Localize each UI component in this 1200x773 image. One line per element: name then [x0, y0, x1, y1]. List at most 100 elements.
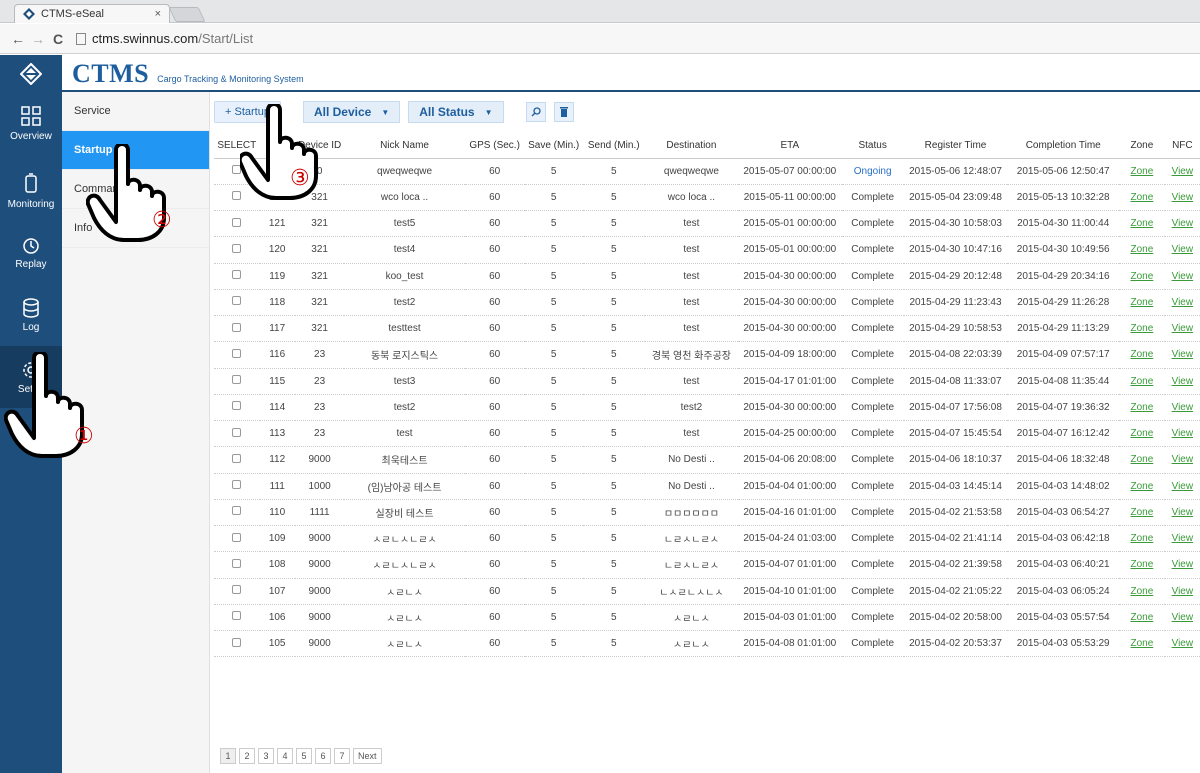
- nfc-link[interactable]: View: [1172, 533, 1194, 544]
- row-checkbox[interactable]: [232, 191, 242, 201]
- table-row[interactable]: 118 321 test2 60 5 5 test 2015-04-30 00:00:00 Co…: [214, 289, 1200, 317]
- table-row[interactable]: 112 9000 최욱테스트 60 5 5 No Desti .. 2015-04-06 20…: [214, 446, 1200, 474]
- row-checkbox[interactable]: [232, 375, 242, 385]
- zone-link[interactable]: Zone: [1131, 349, 1154, 360]
- table-row[interactable]: 106 9000 ㅅㄹㄴㅅ 60 5 5 ㅅㄹㄴㅅ 2015-04-03 01:01:00 Co…: [214, 604, 1200, 632]
- delete-button[interactable]: [553, 102, 574, 122]
- nfc-link[interactable]: View: [1172, 638, 1194, 649]
- column-header[interactable]: Device ID: [294, 134, 345, 159]
- column-header[interactable]: GPS (Sec.): [464, 134, 525, 159]
- page-button[interactable]: 5: [296, 748, 312, 764]
- row-checkbox[interactable]: [232, 165, 242, 175]
- search-button[interactable]: [525, 102, 546, 122]
- table-row[interactable]: 114 23 test2 60 5 5 test2 2015-04-30 00:00:00 Co…: [214, 394, 1200, 422]
- zone-link[interactable]: Zone: [1131, 586, 1154, 597]
- table-row[interactable]: 122 321 wco loca .. 60 5 5 wco loca .. 2015-05-…: [214, 184, 1200, 212]
- table-row[interactable]: 120 321 test4 60 5 5 test 2015-05-01 00:00:00 Co…: [214, 236, 1200, 264]
- back-arrow-icon[interactable]: ←: [8, 31, 28, 47]
- subnav-item-info[interactable]: Info: [62, 209, 209, 248]
- zone-link[interactable]: Zone: [1131, 402, 1154, 413]
- zone-link[interactable]: Zone: [1131, 533, 1154, 544]
- zone-link[interactable]: Zone: [1131, 638, 1154, 649]
- page-button[interactable]: 2: [239, 748, 255, 764]
- column-header[interactable]: Zone: [1119, 134, 1165, 159]
- column-header[interactable]: Register Time: [903, 134, 1008, 159]
- zone-link[interactable]: Zone: [1131, 376, 1154, 387]
- table-row[interactable]: 121 321 test5 60 5 5 test 2015-05-01 00:00:00 Co…: [214, 210, 1200, 238]
- nfc-link[interactable]: View: [1172, 376, 1194, 387]
- app-logo[interactable]: [0, 55, 62, 92]
- nfc-link[interactable]: View: [1172, 481, 1194, 492]
- zone-link[interactable]: Zone: [1131, 612, 1154, 623]
- sidebar-item-monitoring[interactable]: Monitoring: [0, 160, 62, 222]
- row-checkbox[interactable]: [232, 611, 242, 621]
- table-row[interactable]: 107 9000 ㅅㄹㄴㅅ 60 5 5 ㄴㅅㄹㄴㅅㄴㅅ 2015-04-10 01:01:0…: [214, 578, 1200, 605]
- column-header[interactable]: NFC: [1164, 134, 1200, 159]
- status-filter-select[interactable]: All Status ▼: [408, 101, 504, 123]
- row-checkbox[interactable]: [232, 532, 242, 542]
- zone-link[interactable]: Zone: [1131, 559, 1154, 570]
- table-row[interactable]: 113 23 test 60 5 5 test 2015-04-25 00:00:00 Comp…: [214, 420, 1200, 448]
- nfc-link[interactable]: View: [1172, 349, 1194, 360]
- column-header[interactable]: ETA: [738, 134, 842, 159]
- table-row[interactable]: 119 321 koo_test 60 5 5 test 2015-04-30 00:00:0…: [214, 263, 1200, 290]
- row-checkbox[interactable]: [232, 453, 242, 463]
- row-checkbox[interactable]: [232, 558, 242, 568]
- sidebar-item-setup[interactable]: Setup: [0, 346, 62, 408]
- reload-icon[interactable]: C: [48, 31, 68, 47]
- row-checkbox[interactable]: [232, 243, 242, 253]
- nfc-link[interactable]: View: [1172, 297, 1194, 308]
- row-checkbox[interactable]: [232, 506, 242, 516]
- page-button[interactable]: 7: [334, 748, 350, 764]
- table-row[interactable]: 110 1111 실장비 테스트 60 5 5 ㅁㅁㅁㅁㅁㅁ 2015-04-16 01:01…: [214, 499, 1200, 527]
- row-checkbox[interactable]: [232, 637, 242, 647]
- page-button[interactable]: 3: [258, 748, 274, 764]
- page-button[interactable]: 1: [220, 748, 236, 764]
- table-row[interactable]: 117 321 testtest 60 5 5 test 2015-04-30 00:00:0…: [214, 315, 1200, 343]
- row-checkbox[interactable]: [232, 296, 242, 306]
- browser-tab[interactable]: CTMS-eSeal ×: [14, 4, 170, 23]
- nfc-link[interactable]: View: [1172, 402, 1194, 413]
- table-row[interactable]: 123 0 qweqweqwe 60 5 5 qweqweqwe 2015-05-07 00:…: [214, 158, 1200, 185]
- zone-link[interactable]: Zone: [1131, 192, 1154, 203]
- table-row[interactable]: 116 23 동북 로지스틱스 60 5 5 경북 영천 화주공장 2015-04-09 18…: [214, 341, 1200, 369]
- zone-link[interactable]: Zone: [1131, 244, 1154, 255]
- device-filter-select[interactable]: All Device ▼: [302, 101, 401, 123]
- column-header[interactable]: Save (Min.): [524, 134, 583, 159]
- row-checkbox[interactable]: [232, 348, 242, 358]
- zone-link[interactable]: Zone: [1131, 428, 1154, 439]
- page-button[interactable]: 4: [277, 748, 293, 764]
- forward-arrow-icon[interactable]: →: [28, 31, 48, 47]
- subnav-item-service[interactable]: Service: [62, 92, 209, 131]
- zone-link[interactable]: Zone: [1131, 323, 1154, 334]
- zone-link[interactable]: Zone: [1131, 481, 1154, 492]
- column-header[interactable]: No.: [259, 134, 295, 159]
- column-header[interactable]: SELECT: [214, 134, 260, 159]
- row-checkbox[interactable]: [232, 322, 242, 332]
- nfc-link[interactable]: View: [1172, 454, 1194, 465]
- row-checkbox[interactable]: [232, 480, 242, 490]
- nfc-link[interactable]: View: [1172, 244, 1194, 255]
- next-page-button[interactable]: Next: [353, 748, 382, 764]
- zone-link[interactable]: Zone: [1131, 218, 1154, 229]
- table-row[interactable]: 109 9000 ㅅㄹㄴㅅㄴㄹㅅ 60 5 5 ㄴㄹㅅㄴㄹㅅ 2015-04-24 01:03…: [214, 525, 1200, 553]
- sidebar-item-replay[interactable]: Replay: [0, 222, 62, 284]
- row-checkbox[interactable]: [232, 217, 242, 227]
- zone-link[interactable]: Zone: [1131, 271, 1154, 282]
- nfc-link[interactable]: View: [1172, 559, 1194, 570]
- new-tab-button[interactable]: [168, 7, 206, 22]
- table-row[interactable]: 105 9000 ㅅㄹㄴㅅ 60 5 5 ㅅㄹㄴㅅ 2015-04-08 01:01:00 Co…: [214, 630, 1200, 658]
- page-button[interactable]: 6: [315, 748, 331, 764]
- column-header[interactable]: Nick Name: [344, 134, 465, 159]
- sidebar-item-overview[interactable]: Overview: [0, 92, 62, 154]
- tab-close-icon[interactable]: ×: [155, 8, 161, 20]
- nfc-link[interactable]: View: [1172, 271, 1194, 282]
- zone-link[interactable]: Zone: [1131, 297, 1154, 308]
- row-checkbox[interactable]: [232, 401, 242, 411]
- column-header[interactable]: Status: [841, 134, 904, 159]
- zone-link[interactable]: Zone: [1131, 454, 1154, 465]
- zone-link[interactable]: Zone: [1131, 507, 1154, 518]
- add-startup-button[interactable]: + Startup: [214, 101, 281, 123]
- nfc-link[interactable]: View: [1172, 428, 1194, 439]
- nfc-link[interactable]: View: [1172, 192, 1194, 203]
